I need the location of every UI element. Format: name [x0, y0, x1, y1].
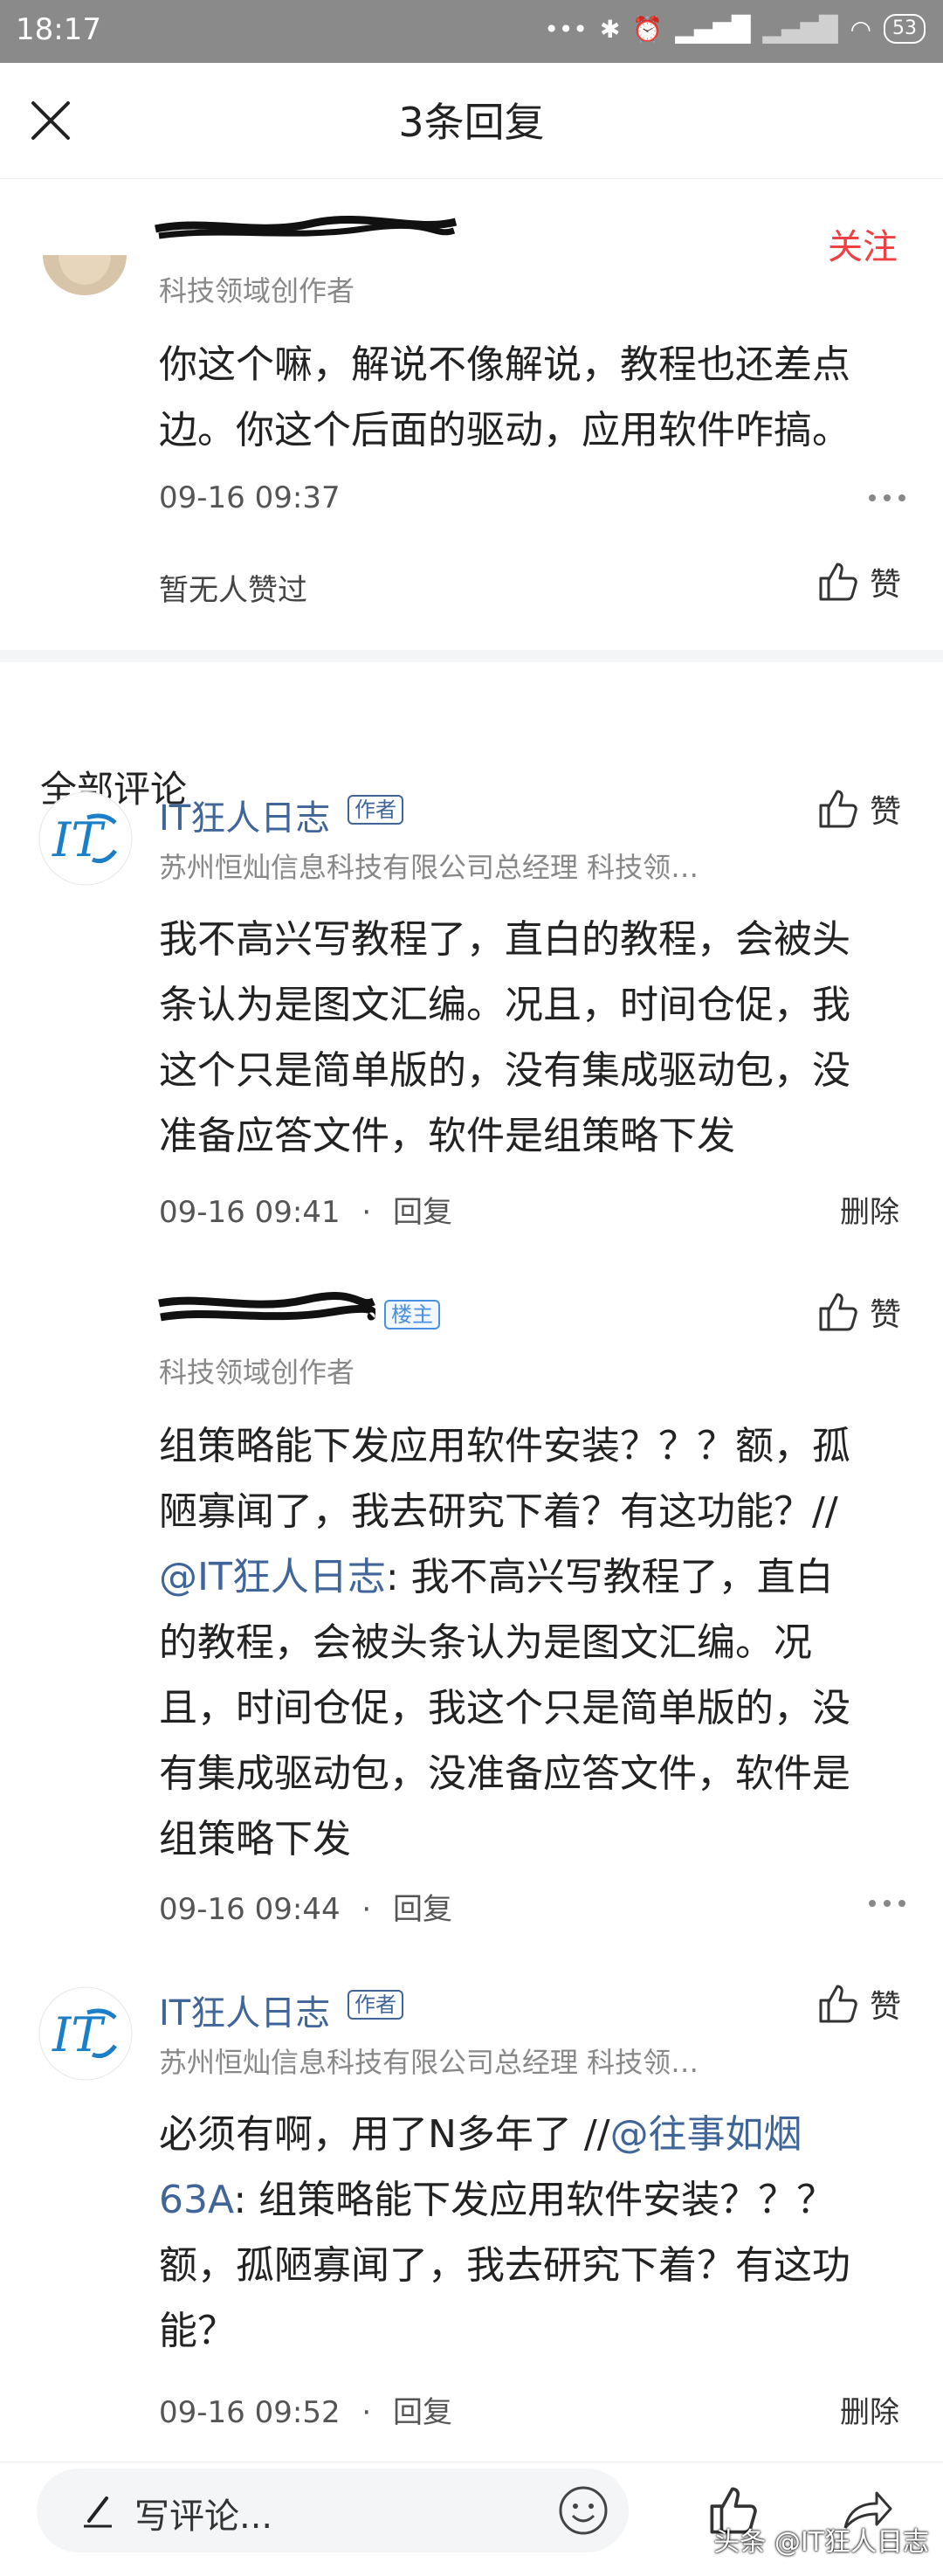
redacted-avatar [35, 1284, 70, 1302]
separator-dot: · [361, 2395, 372, 2430]
comment-line: 陋寡闻了，我去研究下着？有这功能？// [159, 1489, 838, 1534]
avatar[interactable]: IT [38, 1986, 133, 2081]
timestamp: 09-16 09:41 [159, 1195, 341, 1230]
reply-button[interactable]: 回复 [393, 2395, 452, 2430]
comment-line: 能？ [159, 2309, 236, 2353]
more-icon[interactable] [868, 1899, 906, 1908]
comment-line: 63A: 组策略能下发应用软件安装？？？ [159, 2167, 892, 2233]
comment-line: 你这个嘛，解说不像解说，教程也还差点 [159, 342, 850, 387]
commenter-name[interactable]: IT狂人日志 [159, 1985, 330, 2035]
thumbs-up-icon [819, 790, 857, 828]
delete-button[interactable]: 删除 [840, 1188, 899, 1231]
comment-line: 且，时间仓促，我这个只是简单版的，没 [159, 1686, 850, 1730]
wifi-icon: ◠ [850, 14, 871, 44]
like-label: 赞 [870, 794, 902, 830]
comment-line: @IT狂人日志: 我不高兴写教程了，直白 [159, 1544, 892, 1610]
page-title: 3条回复 [398, 99, 545, 146]
commenter-subtitle: 苏州恒灿信息科技有限公司总经理 科技领… [159, 851, 699, 884]
comment-line: 我不高兴写教程了，直白的教程，会被头 [159, 917, 850, 962]
author-badge: 作者 [348, 795, 403, 825]
quote-text: : 我不高兴写教程了，直白 [385, 1555, 834, 1599]
like-button[interactable]: 赞 [816, 786, 901, 832]
redacted-name [158, 1292, 375, 1322]
timestamp: 09-16 09:44 [159, 1892, 341, 1927]
comment-line: 有集成驱动包，没准备应答文件，软件是 [159, 1751, 850, 1796]
signal-icon-2: ▂▄▆█ [762, 14, 838, 44]
more-dots-icon: ••• [544, 14, 588, 44]
status-icons: ••• ✱ ⏰ ▂▄▆█ ▂▄▆█ ◠ 53 [544, 14, 926, 44]
pen-icon [84, 2497, 112, 2528]
comment-text: 组策略能下发应用软件安装？？？额，孤 陋寡闻了，我去研究下着？有这功能？// @… [159, 1413, 892, 1872]
comment-line: 的教程，会被头条认为是图文汇编。况 [159, 1620, 812, 1665]
comment-meta: 09-16 09:44 · 回复 [159, 1885, 452, 1928]
mention-link[interactable]: 63A [159, 2178, 233, 2222]
comment-fragment: 必须有啊，用了N多年了 // [159, 2112, 610, 2157]
reply-button[interactable]: 回复 [393, 1892, 452, 1927]
delete-button[interactable]: 删除 [840, 2388, 899, 2431]
replies-sheet: 3条回复 关注 科技领域创作者 你这个嘛，解说不像解说，教程也还差点 边。你这个… [0, 63, 943, 2575]
commenter-name[interactable]: IT狂人日志 [159, 790, 330, 840]
watermark: 头条 @IT狂人日志 [713, 2527, 929, 2558]
comment-meta: 09-16 09:41 · 回复 [159, 1188, 452, 1231]
battery-icon: 53 [884, 14, 926, 44]
like-label: 赞 [870, 567, 902, 603]
thumbs-up-icon [819, 1985, 857, 2023]
comment-line: 必须有啊，用了N多年了 //@往事如烟 [159, 2102, 892, 2167]
author-badge: 作者 [348, 1990, 403, 2020]
comment-text: 你这个嘛，解说不像解说，教程也还差点 边。你这个后面的驱动，应用软件咋搞。 [159, 332, 892, 463]
comment-line: 这个只是简单版的，没有集成驱动包，没 [159, 1048, 850, 1093]
reply-button[interactable]: 回复 [393, 1195, 452, 1230]
thumbs-up-icon [819, 563, 857, 601]
redacted-name [155, 216, 458, 239]
owner-badge: 楼主 [384, 1300, 440, 1329]
mention-link[interactable]: @往事如烟 [610, 2112, 802, 2157]
comment-line: 额，孤陋寡闻了，我去研究下着？有这功 [159, 2243, 850, 2288]
like-label: 赞 [870, 1989, 902, 2025]
commenter-subtitle: 科技领域创作者 [159, 1356, 355, 1389]
avatar[interactable] [42, 255, 127, 300]
separator-dot: · [361, 1195, 372, 1230]
comment-line: 组策略能下发应用软件安装？？？额，孤 [159, 1424, 850, 1468]
timestamp: 09-16 09:52 [159, 2395, 341, 2430]
signal-icon: ▂▄▆█ [675, 14, 751, 44]
status-bar: 18:17 ••• ✱ ⏰ ▂▄▆█ ▂▄▆█ ◠ 53 [0, 0, 943, 63]
follow-button[interactable]: 关注 [828, 218, 898, 269]
comment-meta: 09-16 09:52 · 回复 [159, 2388, 452, 2431]
bluetooth-icon: ✱ [599, 14, 621, 44]
comment-line: 组策略下发 [159, 1817, 351, 1861]
status-time: 18:17 [16, 12, 101, 47]
timestamp: 09-16 09:37 [159, 480, 341, 515]
separator-dot: · [361, 1892, 372, 1927]
no-likes-text: 暂无人赞过 [159, 573, 307, 608]
comment-text: 我不高兴写教程了，直白的教程，会被头 条认为是图文汇编。况且，时间仓促，我 这个… [159, 907, 892, 1169]
like-button[interactable]: 赞 [816, 1289, 901, 1335]
mention-link[interactable]: @IT狂人日志 [159, 1555, 386, 1599]
comment-input[interactable]: 写评论... [37, 2469, 629, 2552]
like-button[interactable]: 赞 [816, 559, 901, 604]
header: 3条回复 [0, 63, 943, 179]
thumbs-up-icon [819, 1293, 857, 1331]
like-label: 赞 [870, 1297, 902, 1333]
comment-placeholder: 写评论... [134, 2497, 273, 2537]
comment-line: 边。你这个后面的驱动，应用软件咋搞。 [159, 408, 850, 452]
commenter-subtitle: 苏州恒灿信息科技有限公司总经理 科技领… [159, 2046, 699, 2079]
like-button[interactable]: 赞 [816, 1981, 901, 2027]
comment-line: 准备应答文件，软件是组策略下发 [159, 1114, 735, 1158]
divider [0, 650, 943, 662]
author-role: 科技领域创作者 [159, 274, 355, 307]
comment-text: 必须有啊，用了N多年了 //@往事如烟 63A: 组策略能下发应用软件安装？？？… [159, 2102, 892, 2364]
avatar[interactable]: IT [38, 791, 133, 886]
emoji-icon[interactable] [557, 2484, 609, 2537]
more-icon[interactable] [868, 494, 906, 502]
quote-text: : 组策略能下发应用软件安装？？？ [233, 2178, 836, 2222]
comment-line: 条认为是图文汇编。况且，时间仓促，我 [159, 983, 850, 1027]
alarm-icon: ⏰ [632, 14, 664, 44]
